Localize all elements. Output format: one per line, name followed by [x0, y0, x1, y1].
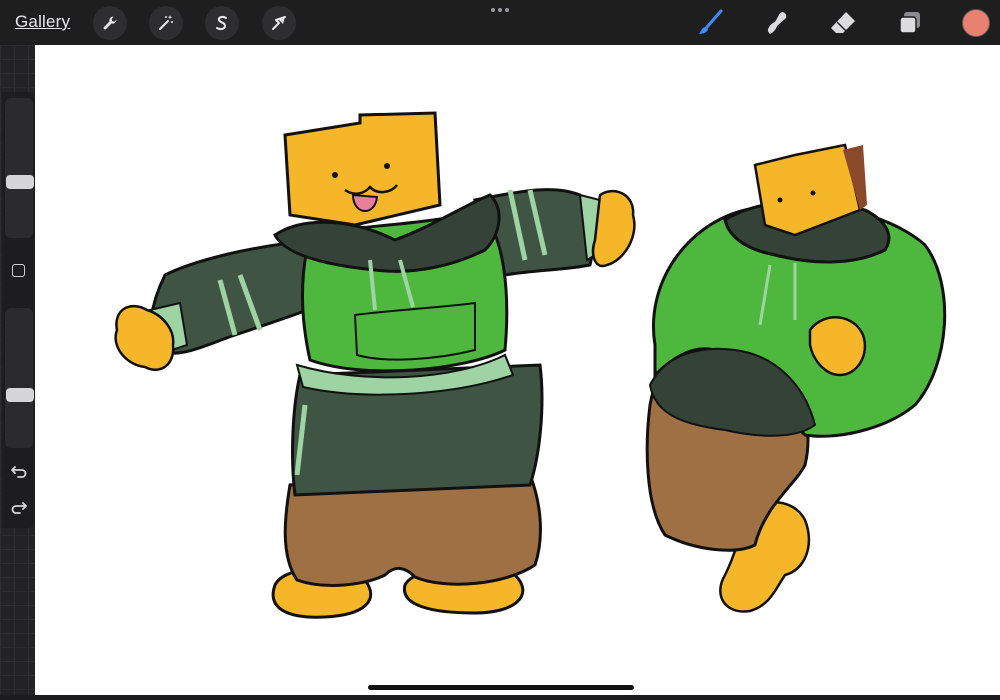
layers-button[interactable]	[893, 6, 927, 40]
selection-button[interactable]	[205, 6, 239, 40]
color-picker-button[interactable]	[962, 9, 990, 37]
brush-icon	[699, 9, 723, 34]
opacity-thumb[interactable]	[6, 388, 34, 402]
artwork	[114, 111, 947, 619]
transform-button[interactable]	[262, 6, 296, 40]
layers-icon	[899, 12, 920, 34]
undo-icon[interactable]	[10, 462, 28, 480]
eraser-tool-button[interactable]	[826, 6, 860, 40]
smudge-tool-button[interactable]	[760, 6, 794, 40]
sidebar	[2, 92, 36, 528]
wrench-icon	[103, 16, 117, 30]
character-left	[114, 111, 636, 619]
eraser-icon	[831, 12, 855, 33]
more-dots-icon[interactable]	[490, 4, 510, 16]
brush-tool-button[interactable]	[693, 6, 727, 40]
home-indicator	[368, 685, 634, 690]
opacity-slider[interactable]	[5, 308, 34, 448]
drawing-canvas[interactable]	[35, 45, 1000, 695]
magic-wand-icon	[159, 15, 173, 30]
actions-button[interactable]	[93, 6, 127, 40]
smudge-icon	[767, 12, 787, 34]
transform-arrow-icon	[272, 16, 286, 30]
square-icon[interactable]	[12, 264, 25, 277]
selection-s-icon	[216, 15, 227, 31]
adjustments-button[interactable]	[149, 6, 183, 40]
brush-size-slider[interactable]	[5, 98, 34, 238]
character-right	[645, 143, 947, 613]
top-toolbar: Gallery	[0, 0, 1000, 45]
redo-icon[interactable]	[10, 498, 28, 516]
gallery-button[interactable]: Gallery	[15, 12, 70, 32]
brush-size-thumb[interactable]	[6, 175, 34, 189]
